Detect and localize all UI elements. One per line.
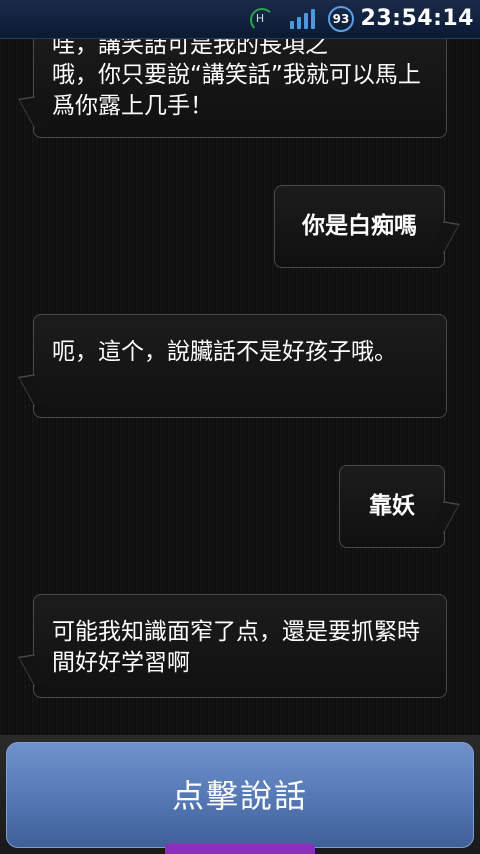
status-clock: 23:54:14	[360, 6, 474, 31]
message-text: 你是白痴嗎	[302, 213, 417, 239]
user-message: 你是白痴嗎	[274, 185, 460, 268]
network-h-icon: H	[248, 7, 274, 32]
message-text: 哦，你只要說“講笑話”我就可以馬上爲你露上几手！	[52, 62, 421, 119]
speak-button[interactable]: 点擊說話	[6, 742, 474, 848]
signal-strength-icon	[288, 7, 322, 31]
network-type-label: H	[255, 12, 265, 25]
message-list[interactable]: 哇，講笑話可是我的長項之 哦，你只要說“講笑話”我就可以馬上爲你露上几手！ 你是…	[0, 0, 480, 735]
message-text: 靠妖	[369, 493, 415, 519]
message-text: 呃，這个，說臟話不是好孩子哦。	[52, 339, 397, 365]
user-message: 靠妖	[339, 465, 460, 548]
bottom-panel: 点擊說話	[0, 735, 480, 854]
bot-message: 呃，這个，說臟話不是好孩子哦。	[18, 314, 447, 418]
battery-level: 93	[332, 12, 350, 26]
message-text: 可能我知識面窄了点，還是要抓緊時間好好学習啊	[52, 619, 420, 676]
status-bar: H 93 23:54:14	[0, 0, 480, 39]
bot-message: 可能我知識面窄了点，還是要抓緊時間好好学習啊	[18, 594, 447, 698]
bot-message: 哇，講笑話可是我的長項之 哦，你只要說“講笑話”我就可以馬上爲你露上几手！	[18, 22, 447, 138]
speak-button-label: 点擊說話	[171, 777, 308, 815]
accent-bar	[165, 844, 315, 854]
battery-icon: 93	[328, 6, 354, 32]
chat-screen: 哇，講笑話可是我的長項之 哦，你只要說“講笑話”我就可以馬上爲你露上几手！ 你是…	[0, 0, 480, 854]
